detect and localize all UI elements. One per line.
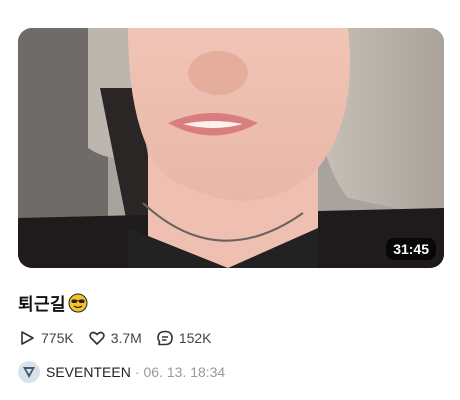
author-name[interactable]: SEVENTEEN — [46, 364, 131, 380]
author-avatar[interactable] — [18, 361, 40, 383]
post-title-text: 퇴근길 — [18, 295, 66, 315]
heart-icon[interactable] — [88, 329, 106, 347]
play-icon — [21, 331, 34, 345]
video-thumbnail[interactable]: 31:45 — [18, 28, 444, 268]
thumbnail-image — [18, 28, 444, 268]
plays-stat: 775K — [18, 329, 74, 347]
post-title[interactable]: 퇴근길 — [18, 290, 444, 315]
post-stats: 775K 3.7M 152K — [18, 329, 444, 347]
post-meta: SEVENTEEN · 06. 13. 18:34 — [18, 361, 444, 383]
plays-count: 775K — [41, 330, 74, 346]
video-card[interactable]: 31:45 퇴근길 775K 3.7M 152K SEVENTEEN · 06.… — [18, 28, 444, 383]
likes-count: 3.7M — [110, 330, 142, 346]
meta-separator: · — [134, 364, 140, 380]
comments-count: 152K — [178, 330, 212, 346]
post-date: 06. 13. 18:34 — [143, 364, 226, 380]
comment-icon[interactable] — [156, 329, 174, 347]
video-duration-badge: 31:45 — [386, 238, 436, 260]
likes-stat[interactable]: 3.7M — [88, 329, 142, 347]
smiling-face-with-sunglasses-icon — [68, 293, 88, 313]
comments-stat[interactable]: 152K — [156, 329, 212, 347]
seventeen-logo-icon — [23, 367, 35, 378]
